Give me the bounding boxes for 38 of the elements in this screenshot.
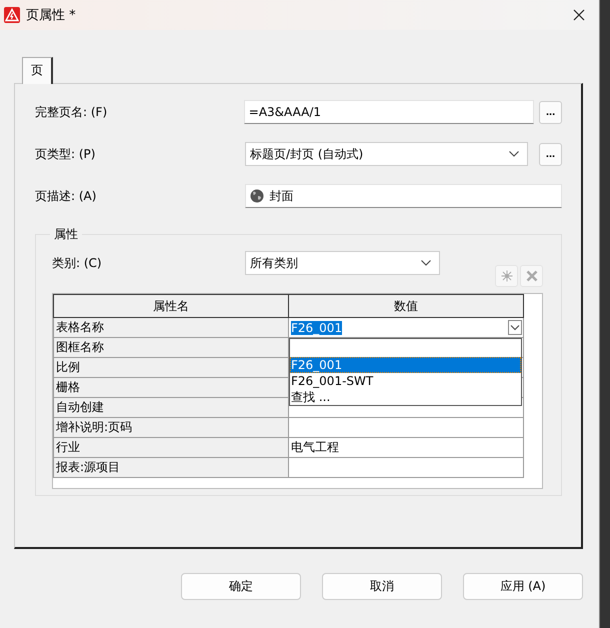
text-field[interactable]: 封面 <box>244 184 562 208</box>
table-cell: 栅格 <box>54 378 288 398</box>
table-cell: 电气工程 <box>288 438 524 458</box>
table-cell: 增补说明:页码 <box>54 418 288 438</box>
category-combo-box[interactable]: 所有类别 <box>245 251 440 275</box>
x-icon <box>526 270 538 282</box>
chevron-down-icon[interactable] <box>508 320 522 335</box>
dropdown-option[interactable]: F26_001-SWT <box>290 373 521 389</box>
dropdown-option[interactable]: F26_001 <box>290 357 521 373</box>
dropdown-option[interactable]: 查找 ... <box>290 389 521 405</box>
table-cell: 比例 <box>54 358 288 378</box>
column-header[interactable]: 数值 <box>288 294 524 318</box>
dialog-button[interactable]: 应用 (A) <box>463 573 583 600</box>
globe-icon <box>250 189 264 203</box>
text-field[interactable]: =A3&AAA/1 <box>244 100 534 124</box>
browse-button[interactable]: ... <box>539 100 562 124</box>
browse-button[interactable]: ... <box>539 142 562 166</box>
table-cell: 表格名称 <box>54 318 288 338</box>
table-cell: 行业 <box>54 438 288 458</box>
table-cell: 报表:源项目 <box>54 458 288 478</box>
chevron-down-icon <box>421 260 431 266</box>
dialog-button[interactable]: 取消 <box>322 573 442 600</box>
column-header[interactable]: 属性名 <box>54 294 288 318</box>
close-icon[interactable] <box>573 9 585 21</box>
field-label: 页类型: (P) <box>35 146 96 162</box>
table-cell: 自动创建 <box>54 398 288 418</box>
group-title: 属性 <box>53 226 79 243</box>
combo-box[interactable]: 标题页/封页 (自动式) <box>245 142 528 166</box>
page-tab[interactable]: 页 <box>22 57 53 84</box>
field-label: 页描述: (A) <box>35 188 98 204</box>
window-title: 页属性 * <box>26 7 77 24</box>
sparkle-icon <box>500 270 512 282</box>
warning-icon <box>4 7 20 23</box>
table-cell: 图框名称 <box>54 338 288 358</box>
dialog-button[interactable]: 确定 <box>181 573 301 600</box>
chevron-down-icon <box>509 151 519 157</box>
field-label: 完整页名: (F) <box>35 104 108 120</box>
field-label: 类别: (C) <box>52 254 103 272</box>
